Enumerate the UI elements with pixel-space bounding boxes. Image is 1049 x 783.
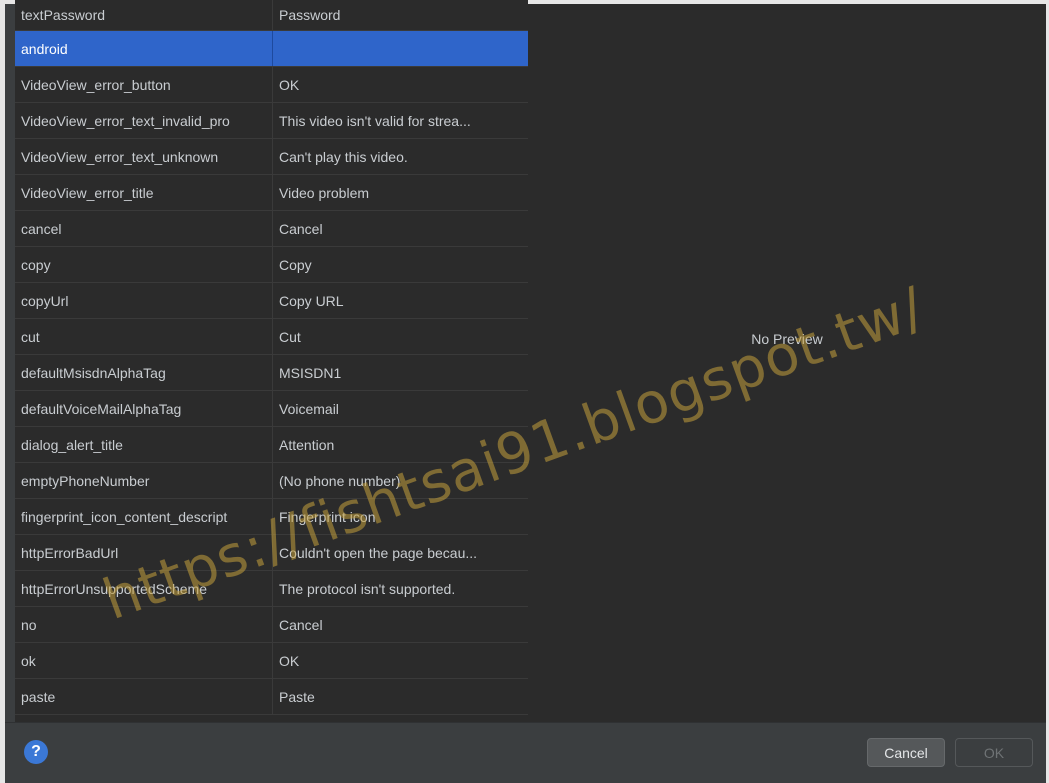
table-row[interactable]: cut Cut (15, 319, 528, 355)
resource-value: Password (279, 7, 341, 23)
left-border (0, 0, 5, 783)
table-row-selected[interactable]: android (15, 31, 528, 67)
resource-picker-dialog: textPassword Password android VideoView_… (0, 0, 1049, 783)
resource-value: Paste (279, 688, 315, 705)
resource-value: Cancel (279, 616, 323, 633)
table-row[interactable]: defaultMsisdnAlphaTag MSISDN1 (15, 355, 528, 391)
preview-panel: No Preview (528, 4, 1046, 722)
resource-key: defaultVoiceMailAlphaTag (15, 391, 273, 426)
table-row[interactable]: emptyPhoneNumber (No phone number) (15, 463, 528, 499)
resource-key: httpErrorUnsupportedScheme (15, 571, 273, 606)
resource-value: This video isn't valid for strea... (279, 112, 471, 129)
table-row[interactable]: VideoView_error_text_invalid_pro This vi… (15, 103, 528, 139)
resource-key: android (15, 31, 273, 66)
resource-value: Cut (279, 328, 301, 345)
table-row[interactable]: httpErrorUnsupportedScheme The protocol … (15, 571, 528, 607)
resource-value: The protocol isn't supported. (279, 580, 456, 597)
resource-value: Couldn't open the page becau... (279, 544, 478, 561)
resource-key: cut (15, 319, 273, 354)
resource-key: cancel (15, 211, 273, 246)
table-row[interactable]: fingerprint_icon_content_descript Finger… (15, 499, 528, 535)
resource-key: VideoView_error_text_unknown (15, 139, 273, 174)
resource-value: Video problem (279, 184, 370, 201)
preview-label: No Preview (751, 331, 823, 347)
table-row[interactable]: copyUrl Copy URL (15, 283, 528, 319)
resource-key: textPassword (15, 0, 273, 30)
table-row[interactable]: cancel Cancel (15, 211, 528, 247)
resource-value: Attention (279, 436, 335, 453)
resource-value: Can't play this video. (279, 148, 408, 165)
resource-key: dialog_alert_title (15, 427, 273, 462)
resource-key: VideoView_error_button (15, 67, 273, 102)
resource-key: emptyPhoneNumber (15, 463, 273, 498)
table-row[interactable]: no Cancel (15, 607, 528, 643)
resource-value: Copy (279, 256, 312, 273)
dialog-footer: ? Cancel OK (5, 722, 1046, 783)
resource-key: paste (15, 679, 273, 714)
resource-key: no (15, 607, 273, 642)
table-row[interactable]: defaultVoiceMailAlphaTag Voicemail (15, 391, 528, 427)
table-row[interactable]: paste Paste (15, 679, 528, 715)
ok-button[interactable]: OK (955, 738, 1033, 767)
table-row[interactable]: VideoView_error_button OK (15, 67, 528, 103)
resource-key: ok (15, 643, 273, 678)
help-icon[interactable]: ? (24, 740, 48, 764)
resource-value: OK (279, 652, 300, 669)
resource-value: (No phone number) (279, 472, 401, 489)
resource-key: VideoView_error_text_invalid_pro (15, 103, 273, 138)
string-resource-table: textPassword Password android VideoView_… (15, 0, 528, 722)
resource-value: Cancel (279, 220, 323, 237)
resource-key: httpErrorBadUrl (15, 535, 273, 570)
resource-key: defaultMsisdnAlphaTag (15, 355, 273, 390)
resource-value (273, 31, 527, 66)
table-row[interactable]: VideoView_error_title Video problem (15, 175, 528, 211)
resource-key: copyUrl (15, 283, 273, 318)
resource-key: fingerprint_icon_content_descript (15, 499, 273, 534)
resource-key: VideoView_error_title (15, 175, 273, 210)
resource-value: OK (279, 76, 300, 93)
resource-key: copy (15, 247, 273, 282)
resource-value: Voicemail (279, 400, 339, 417)
table-row[interactable]: dialog_alert_title Attention (15, 427, 528, 463)
resource-value: MSISDN1 (279, 364, 342, 381)
cancel-button[interactable]: Cancel (867, 738, 945, 767)
table-row[interactable]: VideoView_error_text_unknown Can't play … (15, 139, 528, 175)
table-row[interactable]: copy Copy (15, 247, 528, 283)
resource-value: Fingerprint icon (279, 508, 376, 525)
table-row[interactable]: textPassword Password (15, 0, 528, 31)
table-row[interactable]: httpErrorBadUrl Couldn't open the page b… (15, 535, 528, 571)
table-row[interactable]: ok OK (15, 643, 528, 679)
resource-value: Copy URL (279, 292, 344, 309)
